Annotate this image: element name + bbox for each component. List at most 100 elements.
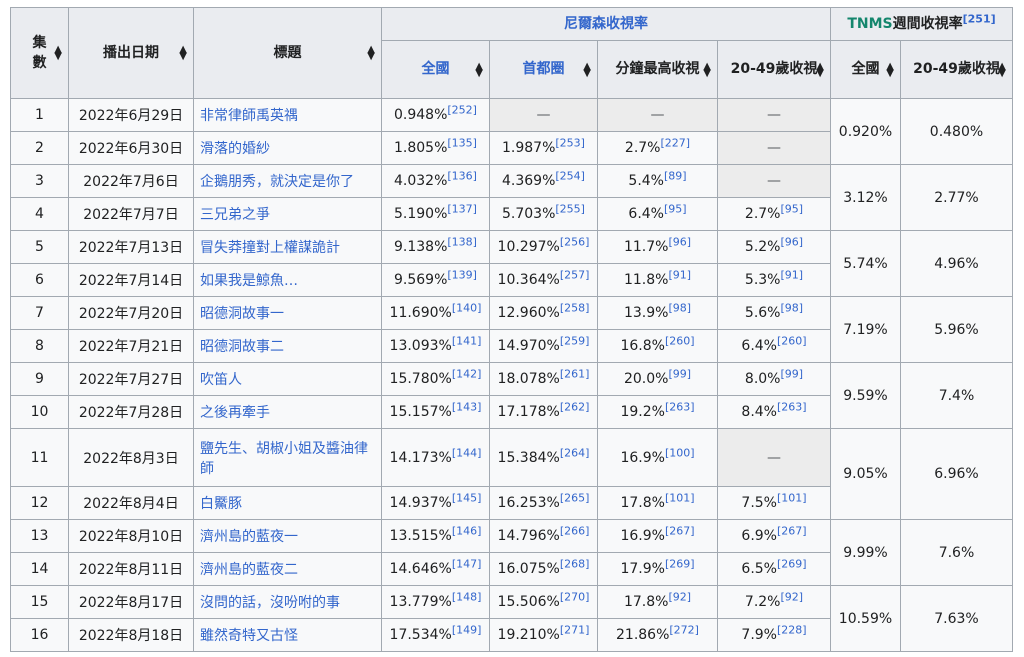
cell-title-value[interactable]: 昭德洞故事二 (200, 339, 284, 355)
citation-ref[interactable]: [252] (447, 103, 477, 116)
citation-ref[interactable]: [144] (452, 446, 482, 459)
sort-icon[interactable]: ▲ ▼ (583, 61, 591, 78)
cell-title-value[interactable]: 吹笛人 (200, 372, 242, 388)
header-nielsen-national[interactable]: 全國 ▲ ▼ (381, 40, 490, 99)
citation-ref[interactable]: [143] (452, 400, 482, 413)
sort-icon[interactable]: ▲ ▼ (998, 61, 1006, 78)
citation-ref[interactable]: [255] (555, 202, 585, 215)
citation-ref[interactable]: [271] (560, 623, 590, 636)
citation-ref[interactable]: [254] (555, 169, 585, 182)
citation-ref[interactable]: [141] (452, 334, 482, 347)
citation-ref[interactable]: [91] (780, 268, 803, 281)
citation-ref[interactable]: [91] (668, 268, 691, 281)
cell-nielsen-2049-value: 5.3% (744, 272, 781, 288)
citation-ref[interactable]: [270] (560, 590, 590, 603)
citation-ref[interactable]: [260] (665, 334, 695, 347)
citation-ref[interactable]: [138] (447, 235, 477, 248)
header-tnms-2049[interactable]: 20-49歲收視 ▲ ▼ (900, 40, 1013, 99)
citation-ref[interactable]: [136] (447, 169, 477, 182)
header-air-date[interactable]: 播出日期 ▲ ▼ (68, 7, 194, 99)
citation-ref[interactable]: [135] (447, 136, 477, 149)
citation-ref[interactable]: [142] (452, 367, 482, 380)
cell-title-value[interactable]: 昭德洞故事一 (200, 306, 284, 322)
cell-title-value[interactable]: 沒問的話，沒吩咐的事 (200, 595, 340, 611)
citation-ref[interactable]: [101] (777, 491, 807, 504)
citation-ref[interactable]: [260] (777, 334, 807, 347)
citation-ref[interactable]: [272] (669, 623, 699, 636)
citation-ref[interactable]: [98] (780, 301, 803, 314)
citation-ref[interactable]: [253] (555, 136, 585, 149)
header-episode[interactable]: 集數 ▲ ▼ (10, 7, 69, 99)
citation-ref[interactable]: [92] (780, 590, 803, 603)
citation-ref[interactable]: [146] (452, 524, 482, 537)
sort-icon[interactable]: ▲ ▼ (475, 61, 483, 78)
sort-icon[interactable]: ▲ ▼ (54, 45, 62, 62)
sort-icon[interactable]: ▲ ▼ (886, 61, 894, 78)
citation-ref[interactable]: [227] (660, 136, 690, 149)
sort-icon[interactable]: ▲ ▼ (703, 61, 711, 78)
citation-ref[interactable]: [145] (452, 491, 482, 504)
citation-ref[interactable]: [148] (452, 590, 482, 603)
citation-ref[interactable]: [98] (668, 301, 691, 314)
citation-ref[interactable]: [263] (777, 400, 807, 413)
citation-ref[interactable]: [228] (777, 623, 807, 636)
citation-ref[interactable]: [89] (664, 169, 687, 182)
cell-title-value[interactable]: 之後再牽手 (200, 405, 270, 421)
citation-ref[interactable]: [269] (777, 557, 807, 570)
citation-ref[interactable]: [256] (560, 235, 590, 248)
cell-title: 鹽先生、胡椒小姐及醬油律師 (193, 428, 382, 487)
cell-episode: 4 (10, 197, 69, 231)
cell-title-value[interactable]: 非常律師禹英禑 (200, 108, 298, 124)
citation-ref[interactable]: [149] (452, 623, 482, 636)
header-nielsen-2049[interactable]: 20-49歲收視 ▲ ▼ (717, 40, 831, 99)
citation-ref[interactable]: [147] (452, 557, 482, 570)
citation-ref[interactable]: [261] (560, 367, 590, 380)
citation-ref[interactable]: [100] (665, 446, 695, 459)
cell-title-value[interactable]: 滑落的婚紗 (200, 141, 270, 157)
citation-ref[interactable]: [267] (665, 524, 695, 537)
citation-ref[interactable]: [96] (780, 235, 803, 248)
header-nielsen-capital[interactable]: 首都圈 ▲ ▼ (489, 40, 598, 99)
cell-title-value[interactable]: 濟州島的藍夜一 (200, 529, 298, 545)
cell-title-value[interactable]: 鹽先生、胡椒小姐及醬油律師 (200, 441, 368, 477)
citation-ref[interactable]: [95] (780, 202, 803, 215)
citation-ref[interactable]: [99] (668, 367, 691, 380)
citation-ref[interactable]: [96] (668, 235, 691, 248)
header-title[interactable]: 標題 ▲ ▼ (193, 7, 382, 99)
citation-ref[interactable]: [95] (664, 202, 687, 215)
tnms-ref[interactable]: [251] (963, 12, 996, 25)
header-tnms-national[interactable]: 全國 ▲ ▼ (830, 40, 901, 99)
cell-air-date: 2022年8月4日 (68, 486, 194, 520)
cell-title-value[interactable]: 冒失莽撞對上權謀詭計 (200, 240, 340, 256)
citation-ref[interactable]: [137] (447, 202, 477, 215)
citation-ref[interactable]: [257] (560, 268, 590, 281)
citation-ref[interactable]: [267] (777, 524, 807, 537)
sort-icon[interactable]: ▲ ▼ (816, 61, 824, 78)
citation-ref[interactable]: [265] (560, 491, 590, 504)
citation-ref[interactable]: [264] (560, 446, 590, 459)
citation-ref[interactable]: [99] (780, 367, 803, 380)
citation-ref[interactable]: [259] (560, 334, 590, 347)
sort-icon[interactable]: ▲ ▼ (367, 45, 375, 62)
cell-title-value[interactable]: 企鵝朋秀，就決定是你了 (200, 174, 354, 190)
citation-ref[interactable]: [269] (665, 557, 695, 570)
citation-ref[interactable]: [140] (452, 301, 482, 314)
citation-ref[interactable]: [139] (447, 268, 477, 281)
sort-icon[interactable]: ▲ ▼ (179, 45, 187, 62)
cell-title-value[interactable]: 如果我是鯨魚… (200, 273, 298, 289)
citation-ref[interactable]: [92] (668, 590, 691, 603)
citation-ref[interactable]: [266] (560, 524, 590, 537)
citation-ref[interactable]: [262] (560, 400, 590, 413)
tnms-link[interactable]: TNMS (847, 16, 892, 32)
cell-title-value[interactable]: 白鱀豚 (200, 496, 242, 512)
cell-title-value[interactable]: 三兄弟之爭 (200, 207, 270, 223)
citation-ref[interactable]: [263] (665, 400, 695, 413)
nielsen-link[interactable]: 尼爾森收視率 (564, 16, 648, 32)
citation-ref[interactable]: [268] (560, 557, 590, 570)
header-nielsen-peak[interactable]: 分鐘最高收視 ▲ ▼ (597, 40, 718, 99)
citation-ref[interactable]: [101] (665, 491, 695, 504)
citation-ref[interactable]: [258] (560, 301, 590, 314)
cell-nielsen-peak: 20.0%[99] (597, 362, 718, 396)
cell-title-value[interactable]: 濟州島的藍夜二 (200, 562, 298, 578)
cell-title-value[interactable]: 雖然奇特又古怪 (200, 628, 298, 644)
